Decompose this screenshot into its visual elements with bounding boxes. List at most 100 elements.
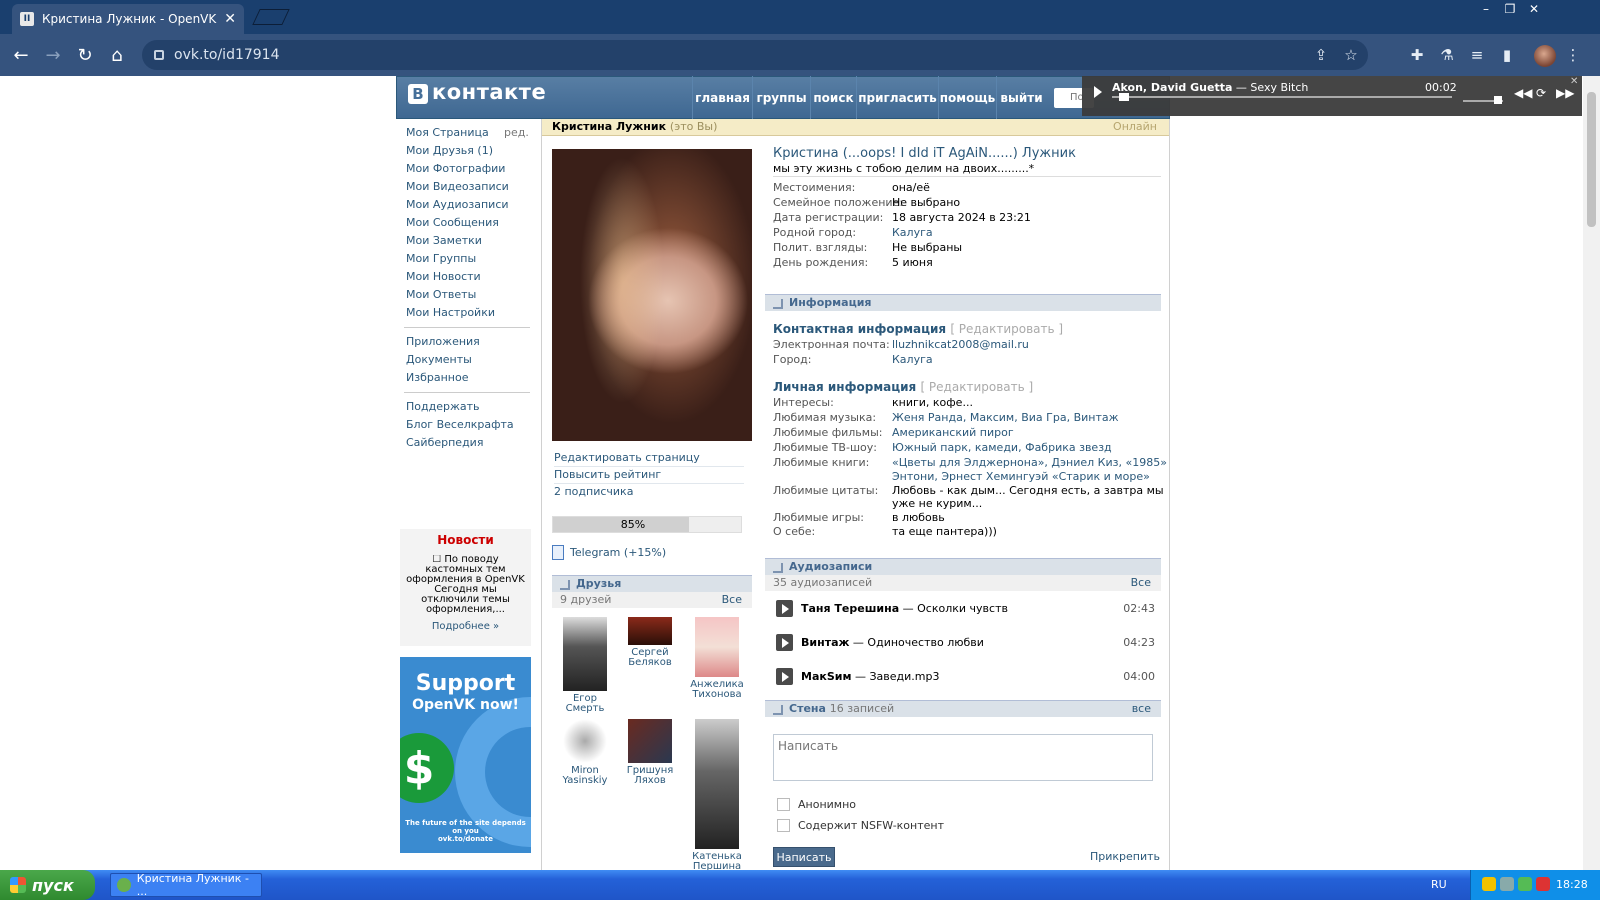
player-next-icon[interactable]: ▶▶ <box>1556 86 1574 100</box>
nav-home[interactable]: главная <box>692 76 752 119</box>
audio-all-link[interactable]: Все <box>1131 575 1151 591</box>
left-menu-item[interactable]: Мои Видеозаписи <box>396 178 530 196</box>
left-menu-item[interactable]: Приложения <box>396 333 530 351</box>
friend-card[interactable]: Катенька Першина <box>689 719 745 870</box>
left-menu-item[interactable]: Документы <box>396 351 530 369</box>
left-menu-item[interactable]: Мои Фотографии <box>396 160 530 178</box>
anonymous-checkbox[interactable]: Анонимно <box>777 798 856 811</box>
friend-avatar[interactable] <box>563 617 607 691</box>
player-prev-icon[interactable]: ◀◀ <box>1514 86 1532 100</box>
left-menu-item[interactable]: Мои Аудиозаписи <box>396 196 530 214</box>
followers-link[interactable]: 2 подписчика <box>554 484 744 501</box>
friends-all-link[interactable]: Все <box>722 592 742 608</box>
nav-logout[interactable]: выйти <box>996 76 1046 119</box>
player-close-icon[interactable]: ✕ <box>1570 76 1578 87</box>
share-icon[interactable]: ⇪ <box>1310 44 1332 66</box>
page-scrollbar[interactable] <box>1583 76 1600 870</box>
friends-heading[interactable]: Друзья <box>552 575 752 592</box>
player-progress[interactable] <box>1112 96 1452 98</box>
address-bar[interactable]: ovk.to/id17914 <box>142 40 1368 70</box>
left-menu-item[interactable]: Избранное <box>396 369 530 387</box>
player-progress-knob[interactable] <box>1118 93 1129 101</box>
audio-track[interactable]: Таня Терешина — Осколки чувств 02:43 <box>773 594 1161 624</box>
language-indicator[interactable]: RU <box>1431 878 1447 891</box>
email-link[interactable]: lluzhnikcat2008@mail.ru <box>892 337 1029 352</box>
music-link[interactable]: Винтаж <box>1074 411 1119 424</box>
left-menu-item[interactable]: Мои Сообщения <box>396 214 530 232</box>
friend-card[interactable]: Гришуня Ляхов <box>622 719 678 786</box>
antivirus-icon[interactable] <box>1536 877 1550 891</box>
labs-icon[interactable]: ⚗ <box>1436 44 1458 66</box>
close-tab-icon[interactable]: ✕ <box>224 11 236 27</box>
wall-post-input[interactable]: Написать <box>773 734 1153 781</box>
boost-rating-link[interactable]: Повысить рейтинг <box>554 467 744 484</box>
audio-track[interactable]: МакSим — Заведи.mp3 04:00 <box>773 662 1161 692</box>
books-link[interactable]: Энтони, Эрнест Хемингуэй «Старик и море» <box>892 469 1150 484</box>
edit-page-link[interactable]: Редактировать страницу <box>554 450 744 467</box>
edit-menu-link[interactable]: ред. <box>504 126 529 139</box>
friend-avatar[interactable] <box>695 719 739 849</box>
left-menu-item[interactable]: Мои Ответы <box>396 286 530 304</box>
track-play-icon[interactable] <box>776 634 793 651</box>
friend-card[interactable]: Егор Смерть <box>557 617 613 714</box>
left-menu-item[interactable]: Блог Веселкрафта <box>396 416 530 434</box>
left-menu-item[interactable]: Мои Группы <box>396 250 530 268</box>
audio-track[interactable]: Винтаж — Одиночество любви 04:23 <box>773 628 1161 658</box>
friend-avatar[interactable] <box>628 617 672 645</box>
minimize-icon[interactable]: – <box>1474 0 1498 18</box>
tv-link[interactable]: Южный парк <box>892 441 968 454</box>
player-play-icon[interactable] <box>1094 86 1102 98</box>
music-link[interactable]: Женя Ранда <box>892 411 963 424</box>
track-play-icon[interactable] <box>776 600 793 617</box>
vk-logo-icon[interactable]: B <box>408 84 428 104</box>
post-button[interactable]: Написать <box>773 847 835 867</box>
tv-link[interactable]: Фабрика звезд <box>1025 441 1112 454</box>
wall-heading[interactable]: Стена 16 записей все <box>765 700 1161 717</box>
profile-status[interactable]: мы эту жизнь с тобою делим на двоих.....… <box>773 162 1034 175</box>
music-link[interactable]: Виа Гра <box>1021 411 1066 424</box>
extensions-icon[interactable]: ✚ <box>1406 44 1428 66</box>
friend-card[interactable]: Miron Yasinskiy <box>557 719 613 786</box>
player-repeat-icon[interactable]: ⟳ <box>1536 86 1546 100</box>
nav-search[interactable]: поиск <box>810 76 856 119</box>
left-menu-item[interactable]: Мои Настройки <box>396 304 530 322</box>
home-icon[interactable]: ⌂ <box>102 40 132 70</box>
friend-card[interactable]: Сергей Беляков <box>622 617 678 668</box>
left-menu-item[interactable]: Мои Заметки <box>396 232 530 250</box>
track-play-icon[interactable] <box>776 668 793 685</box>
friend-avatar[interactable] <box>695 617 739 677</box>
sidepanel-icon[interactable]: ▮ <box>1496 44 1518 66</box>
menu-kebab-icon[interactable]: ⋮ <box>1562 44 1584 66</box>
info-heading[interactable]: Информация <box>765 294 1161 311</box>
left-menu-item[interactable]: Мои Друзья (1) <box>396 142 530 160</box>
profile-avatar-icon[interactable] <box>1534 45 1556 67</box>
film-link[interactable]: Американский пирог <box>892 425 1014 440</box>
player-volume-knob[interactable] <box>1494 96 1502 104</box>
restore-icon[interactable]: ❐ <box>1498 0 1522 18</box>
city-link[interactable]: Калуга <box>892 352 933 367</box>
friend-avatar[interactable] <box>628 719 672 763</box>
left-menu-item[interactable]: Поддержать <box>396 398 530 416</box>
audio-heading[interactable]: Аудиозаписи <box>765 558 1161 575</box>
left-menu-item[interactable]: Мои Новости <box>396 268 530 286</box>
back-icon[interactable]: ← <box>6 40 36 70</box>
network-icon[interactable] <box>1500 877 1514 891</box>
forward-icon[interactable]: → <box>38 40 68 70</box>
wall-all-link[interactable]: все <box>1132 701 1151 716</box>
shield-icon[interactable] <box>1482 877 1496 891</box>
nsfw-checkbox[interactable]: Содержит NSFW-контент <box>777 819 944 832</box>
start-button[interactable]: пуск <box>0 870 95 900</box>
nav-groups[interactable]: группы <box>752 76 810 119</box>
nav-help[interactable]: помощь <box>938 76 996 119</box>
browser-tab[interactable]: II Кристина Лужник - OpenVK ✕ <box>12 4 244 34</box>
edit-personal-link[interactable]: [ Редактировать ] <box>920 380 1033 394</box>
music-link[interactable]: Максим <box>970 411 1014 424</box>
telegram-link[interactable]: Telegram (+15%) <box>552 545 666 560</box>
vk-logo-text[interactable]: контакте <box>432 80 546 104</box>
profile-photo[interactable] <box>552 149 752 441</box>
donate-banner[interactable]: Support OpenVK now! $ The future of the … <box>400 657 531 853</box>
edit-contact-link[interactable]: [ Редактировать ] <box>950 322 1063 336</box>
field-value[interactable]: Калуга <box>892 225 933 240</box>
bookmark-star-icon[interactable]: ☆ <box>1340 44 1362 66</box>
media-queue-icon[interactable]: ≡ <box>1466 44 1488 66</box>
